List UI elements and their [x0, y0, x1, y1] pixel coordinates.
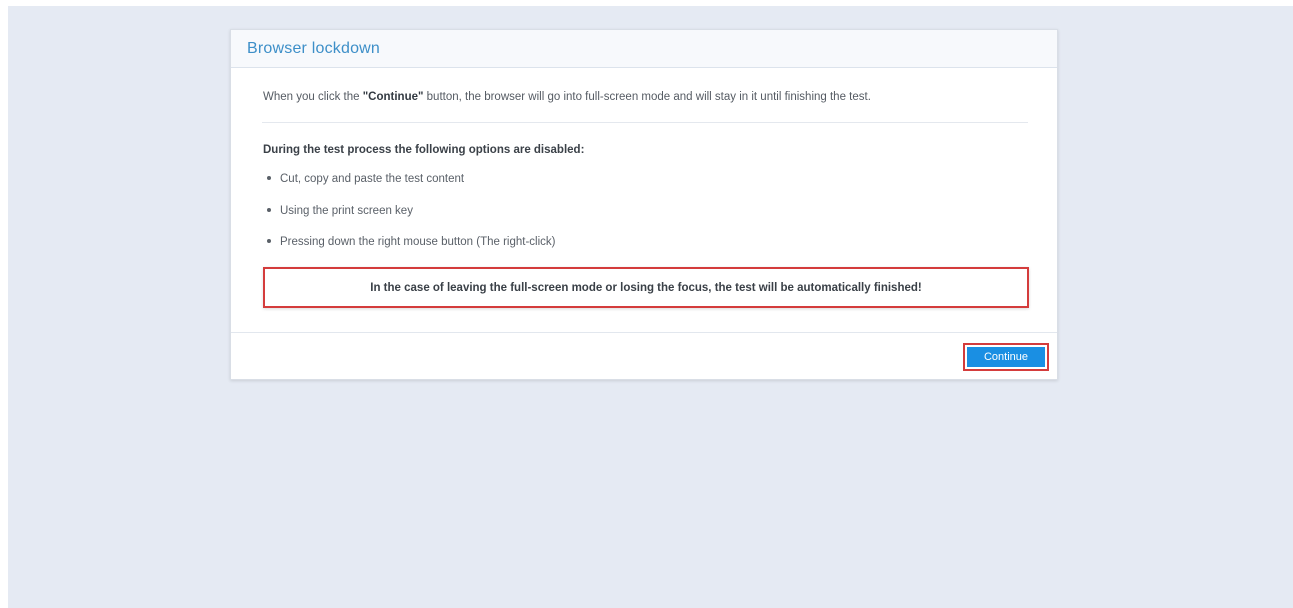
- footer-divider: [231, 332, 1057, 333]
- warning-text: In the case of leaving the full-screen m…: [370, 281, 922, 294]
- bullet-icon: [267, 175, 271, 180]
- list-item-label: Cut, copy and paste the test content: [280, 173, 465, 185]
- list-item-label: Pressing down the right mouse button (Th…: [280, 236, 556, 248]
- intro-text: When you click the "Continue" button, th…: [263, 91, 871, 103]
- browser-lockdown-dialog: Browser lockdown When you click the "Con…: [230, 29, 1058, 380]
- dialog-header: Browser lockdown: [231, 30, 1057, 68]
- content-divider: [262, 122, 1028, 123]
- list-item: Pressing down the right mouse button (Th…: [267, 236, 555, 248]
- continue-button-highlight: Continue: [963, 343, 1049, 371]
- list-item-label: Using the print screen key: [280, 205, 413, 217]
- bullet-icon: [267, 207, 271, 212]
- bullet-icon: [267, 238, 271, 243]
- intro-suffix: button, the browser will go into full-sc…: [423, 91, 871, 103]
- list-item: Using the print screen key: [267, 205, 413, 217]
- dialog-title: Browser lockdown: [247, 40, 381, 57]
- continue-button[interactable]: Continue: [967, 347, 1045, 367]
- disabled-options-heading: During the test process the following op…: [263, 144, 585, 156]
- warning-box: In the case of leaving the full-screen m…: [263, 267, 1029, 308]
- intro-prefix: When you click the: [263, 91, 363, 103]
- list-item: Cut, copy and paste the test content: [267, 173, 464, 185]
- intro-continue-emphasis: "Continue": [362, 91, 424, 103]
